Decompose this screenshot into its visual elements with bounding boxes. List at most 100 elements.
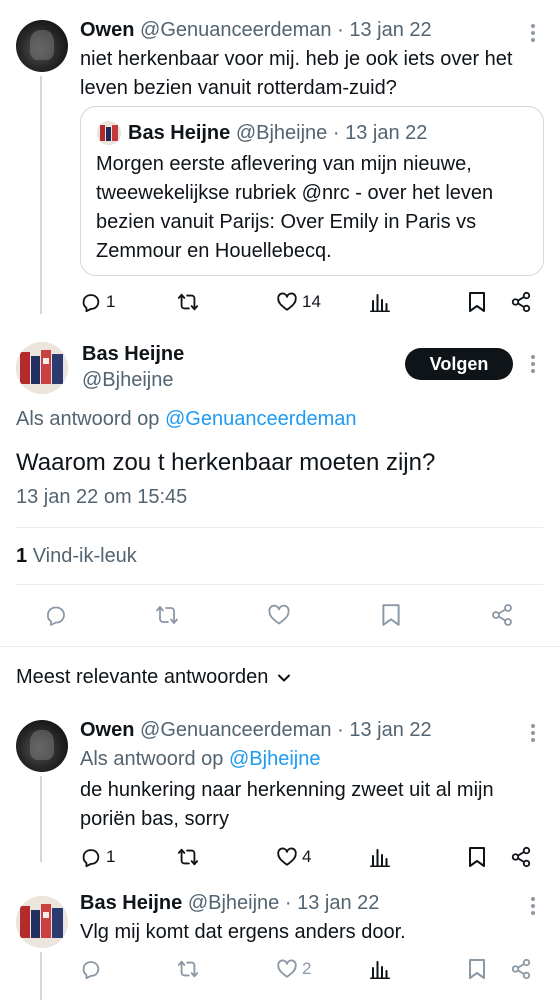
views-action[interactable] — [370, 292, 390, 312]
quote-avatar — [97, 121, 121, 145]
reply-text: de hunkering naar herkenning zweet uit a… — [80, 776, 494, 834]
separator-dot: · — [284, 892, 292, 914]
bookmark-action[interactable] — [467, 846, 487, 868]
reply-count: 1 — [106, 292, 116, 311]
share-action[interactable] — [510, 291, 532, 313]
reply-icon — [82, 849, 100, 868]
share-icon — [492, 604, 512, 626]
retweet-action[interactable] — [176, 958, 200, 980]
main-bookmark-button[interactable] — [380, 603, 402, 627]
bookmark-icon — [382, 604, 400, 626]
reply-prefix: Als antwoord op — [16, 408, 160, 430]
avatar-owen[interactable] — [16, 20, 68, 72]
likes-summary[interactable]: 1 Vind-ik-leuk — [16, 545, 137, 568]
main-retweet-button[interactable] — [154, 603, 180, 627]
reply-action[interactable]: 1 — [80, 846, 115, 868]
like-action[interactable]: 4 — [276, 846, 311, 868]
bookmark-action[interactable] — [467, 291, 487, 313]
like-action[interactable]: 2 — [276, 958, 311, 980]
retweet-action[interactable] — [176, 291, 200, 313]
quote-date: 13 jan 22 — [345, 122, 428, 144]
reply-icon — [82, 961, 100, 980]
reply-author-handle[interactable]: @Bjheijne — [188, 892, 279, 914]
main-reply-button[interactable] — [44, 603, 68, 627]
quote-text: Morgen eerste aflevering van mijn nieuwe… — [96, 150, 493, 266]
views-icon — [370, 294, 390, 312]
main-author-handle[interactable]: @Bjheijne — [82, 369, 173, 392]
heart-icon — [277, 959, 297, 978]
quote-header: Bas Heijne @Bjheijne · 13 jan 22 — [128, 122, 427, 145]
separator-dot: · — [332, 122, 340, 144]
more-options-icon[interactable] — [530, 24, 536, 45]
main-share-button[interactable] — [490, 603, 514, 627]
follow-button[interactable]: Volgen — [405, 348, 513, 380]
views-icon — [370, 849, 390, 867]
main-tweet-text: Waarom zou t herkenbaar moeten zijn? — [16, 449, 436, 476]
views-action[interactable] — [370, 959, 390, 979]
tweet-text: niet herkenbaar voor mij. heb je ook iet… — [80, 45, 512, 103]
more-options-icon[interactable] — [530, 724, 536, 745]
views-icon — [370, 961, 390, 979]
share-icon — [511, 958, 531, 980]
reply-context: Als antwoord op @Genuanceerdeman — [16, 408, 357, 431]
reply-icon — [82, 294, 100, 313]
tweet-date[interactable]: 13 jan 22 — [349, 19, 431, 41]
share-action[interactable] — [510, 958, 532, 980]
quote-author-handle[interactable]: @Bjheijne — [236, 122, 327, 144]
like-count: 14 — [302, 292, 321, 311]
bookmark-action[interactable] — [467, 958, 487, 980]
main-like-button[interactable] — [267, 603, 291, 627]
main-author-name[interactable]: Bas Heijne — [82, 343, 184, 365]
thread-line — [40, 952, 42, 1000]
heart-icon — [277, 847, 297, 866]
reply-context: Als antwoord op @Bjheijne — [80, 748, 320, 771]
sort-label: Meest relevante antwoorden — [16, 666, 269, 688]
sort-dropdown[interactable]: Meest relevante antwoorden — [16, 666, 292, 689]
reply-to-link[interactable]: @Bjheijne — [229, 748, 320, 770]
like-count: 4 — [302, 847, 312, 866]
heart-icon — [277, 292, 297, 311]
reply-action[interactable]: 1 — [80, 291, 115, 313]
retweet-action[interactable] — [176, 846, 200, 868]
chevron-down-icon — [278, 674, 291, 681]
reply-author-handle[interactable]: @Genuanceerdeman — [140, 719, 332, 741]
retweet-icon — [177, 293, 199, 311]
like-action[interactable]: 14 — [276, 291, 321, 313]
thread-line — [40, 76, 42, 314]
divider — [16, 527, 543, 528]
reply-header: Bas Heijne @Bjheijne · 13 jan 22 — [80, 892, 379, 915]
avatar-bas-heijne[interactable] — [16, 342, 68, 394]
more-options-icon[interactable] — [530, 355, 536, 376]
author-name[interactable]: Owen — [80, 19, 134, 41]
main-timestamp[interactable]: 13 jan 22 om 15:45 — [16, 486, 187, 509]
more-options-icon[interactable] — [530, 897, 536, 918]
likes-label: Vind-ik-leuk — [32, 545, 137, 567]
main-author-name-line: Bas Heijne — [82, 343, 184, 366]
avatar-owen[interactable] — [16, 720, 68, 772]
share-icon — [511, 846, 531, 868]
thread-line — [40, 776, 42, 862]
divider — [16, 584, 543, 585]
heart-icon — [268, 604, 290, 625]
tweet-text-line: niet herkenbaar voor mij. heb je ook iet… — [80, 48, 513, 70]
separator-dot: · — [337, 719, 344, 741]
reply-text-line: poriën bas, sorry — [80, 808, 229, 830]
quote-text-line: bezien vanuit Parijs: Over Emily in Pari… — [96, 211, 477, 233]
reply-author-name[interactable]: Bas Heijne — [80, 892, 182, 914]
tweet-text-line: leven bezien vanuit rotterdam-zuid? — [80, 77, 397, 99]
author-handle[interactable]: @Genuanceerdeman — [140, 19, 332, 41]
avatar-bas-heijne[interactable] — [16, 896, 68, 948]
reply-date[interactable]: 13 jan 22 — [297, 892, 379, 914]
quote-author-name[interactable]: Bas Heijne — [128, 122, 230, 144]
share-action[interactable] — [510, 846, 532, 868]
divider — [0, 646, 559, 647]
views-action[interactable] — [370, 847, 390, 867]
reply-to-link[interactable]: @Genuanceerdeman — [165, 408, 357, 430]
reply-author-name[interactable]: Owen — [80, 719, 134, 741]
reply-action[interactable] — [80, 958, 102, 980]
reply-count: 1 — [106, 847, 116, 866]
reply-text-line: de hunkering naar herkenning zweet uit a… — [80, 779, 494, 801]
reply-date[interactable]: 13 jan 22 — [349, 719, 431, 741]
bookmark-icon — [469, 847, 485, 867]
quote-text-line: Morgen eerste aflevering van mijn nieuwe… — [96, 153, 472, 175]
